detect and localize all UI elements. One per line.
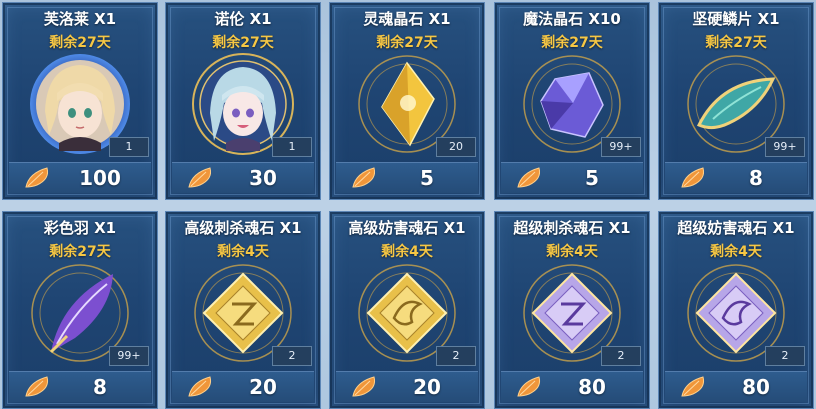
item-name: 高级刺杀魂石 X1: [184, 219, 302, 237]
item-name: 高级妨害魂石 X1: [348, 219, 466, 237]
owned-count-badge: 99+: [765, 137, 805, 157]
price-bar[interactable]: 80: [501, 371, 643, 402]
item-name: 诺伦 X1: [214, 10, 272, 28]
item-price: 8: [749, 166, 763, 190]
item-price: 8: [93, 375, 107, 399]
owned-count-badge: 2: [272, 346, 312, 366]
item-remaining-days: 剩余4天: [546, 244, 598, 260]
shop-item-card[interactable]: 灵魂晶石 X1 剩余27天 20 5: [329, 2, 485, 200]
item-price: 80: [742, 375, 770, 399]
item-name: 超级刺杀魂石 X1: [513, 219, 631, 237]
shop-item-card[interactable]: 高级刺杀魂石 X1 剩余4天 2 20: [165, 211, 321, 409]
owned-count-badge: 2: [436, 346, 476, 366]
item-remaining-days: 剩余27天: [541, 35, 603, 51]
item-remaining-days: 剩余27天: [49, 35, 111, 51]
owned-count-badge: 2: [765, 346, 805, 366]
owned-count-badge: 20: [436, 137, 476, 157]
item-name: 坚硬鳞片 X1: [692, 10, 780, 28]
price-bar[interactable]: 8: [9, 371, 151, 402]
item-price: 80: [578, 375, 606, 399]
item-remaining-days: 剩余4天: [710, 244, 762, 260]
item-name: 芙洛莱 X1: [43, 10, 117, 28]
shop-item-card[interactable]: 魔法晶石 X10 剩余27天 99+ 5: [494, 2, 650, 200]
item-price: 30: [249, 166, 277, 190]
item-price: 20: [249, 375, 277, 399]
item-price: 5: [420, 166, 434, 190]
owned-count-badge: 1: [109, 137, 149, 157]
shop-grid: 芙洛莱 X1 剩余27天 1 100 诺伦 X1 剩余27天 1 30 灵魂晶石…: [0, 0, 816, 409]
item-remaining-days: 剩余4天: [381, 244, 433, 260]
owned-count-badge: 99+: [601, 137, 641, 157]
item-remaining-days: 剩余27天: [705, 35, 767, 51]
shop-item-card[interactable]: 坚硬鳞片 X1 剩余27天 99+ 8: [658, 2, 814, 200]
owned-count-badge: 99+: [109, 346, 149, 366]
item-remaining-days: 剩余27天: [49, 244, 111, 260]
shop-item-card[interactable]: 高级妨害魂石 X1 剩余4天 2 20: [329, 211, 485, 409]
item-name: 灵魂晶石 X1: [363, 10, 451, 28]
price-bar[interactable]: 100: [9, 162, 151, 193]
price-bar[interactable]: 20: [172, 371, 314, 402]
item-price: 20: [413, 375, 441, 399]
item-price: 5: [585, 166, 599, 190]
item-remaining-days: 剩余27天: [212, 35, 274, 51]
item-name: 魔法晶石 X10: [523, 10, 621, 28]
shop-item-card[interactable]: 芙洛莱 X1 剩余27天 1 100: [2, 2, 158, 200]
price-bar[interactable]: 5: [501, 162, 643, 193]
item-name: 超级妨害魂石 X1: [677, 219, 795, 237]
price-bar[interactable]: 20: [336, 371, 478, 402]
price-bar[interactable]: 80: [665, 371, 807, 402]
owned-count-badge: 1: [272, 137, 312, 157]
price-bar[interactable]: 5: [336, 162, 478, 193]
price-bar[interactable]: 30: [172, 162, 314, 193]
item-remaining-days: 剩余4天: [217, 244, 269, 260]
shop-item-card[interactable]: 诺伦 X1 剩余27天 1 30: [165, 2, 321, 200]
shop-item-card[interactable]: 彩色羽 X1 剩余27天 99+ 8: [2, 211, 158, 409]
item-remaining-days: 剩余27天: [376, 35, 438, 51]
shop-item-card[interactable]: 超级妨害魂石 X1 剩余4天 2 80: [658, 211, 814, 409]
shop-item-card[interactable]: 超级刺杀魂石 X1 剩余4天 2 80: [494, 211, 650, 409]
item-price: 100: [79, 166, 121, 190]
owned-count-badge: 2: [601, 346, 641, 366]
price-bar[interactable]: 8: [665, 162, 807, 193]
item-name: 彩色羽 X1: [43, 219, 117, 237]
